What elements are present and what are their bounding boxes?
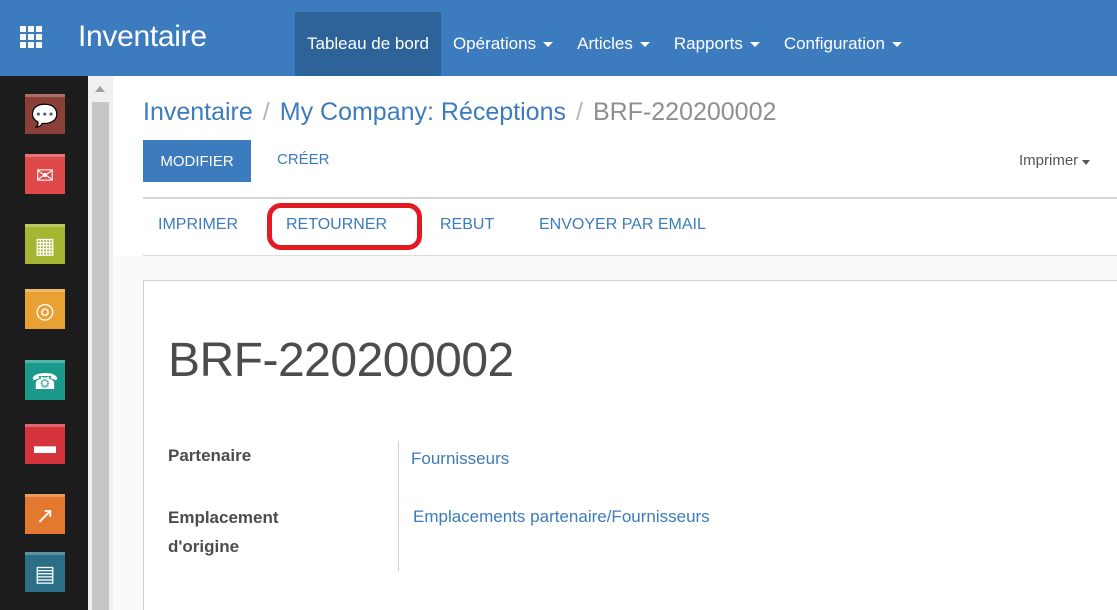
record-title: BRF-220200002 <box>168 334 514 387</box>
field-separator <box>398 441 399 571</box>
field-label-line: d'origine <box>168 537 240 556</box>
field-label-line: Emplacement <box>168 508 279 527</box>
caret-down-icon <box>639 41 650 47</box>
app-title[interactable]: Inventaire <box>78 20 207 54</box>
menu-item-articles[interactable]: Articles <box>565 12 662 76</box>
return-button[interactable]: RETOURNER <box>286 216 387 234</box>
form-statusbar: IMPRIMER RETOURNER REBUT ENVOYER PAR EMA… <box>143 199 1117 255</box>
scrap-button[interactable]: REBUT <box>440 216 494 234</box>
documents-icon[interactable]: ▬ <box>25 424 65 464</box>
menu-item-reports[interactable]: Rapports <box>662 12 772 76</box>
menu-item-label: Opérations <box>452 34 537 53</box>
main-menu: Tableau de bord Opérations Articles Rapp… <box>295 12 914 76</box>
menu-item-label: Articles <box>577 34 633 53</box>
breadcrumb: Inventaire / My Company: Réceptions / BRF-22… <box>143 98 776 127</box>
calendar-icon[interactable]: ▦ <box>25 224 65 264</box>
field-value-source-location[interactable]: Emplacements partenaire/Fournisseurs <box>413 507 710 527</box>
crm-icon[interactable]: ◎ <box>25 289 65 329</box>
contacts-icon[interactable]: ☎ <box>25 360 65 400</box>
menu-item-operations[interactable]: Opérations <box>441 12 565 76</box>
reporting-icon[interactable]: ↗ <box>25 494 65 534</box>
send-email-button[interactable]: ENVOYER PAR EMAIL <box>539 216 706 234</box>
email-marketing-icon[interactable]: ✉ <box>25 154 65 194</box>
field-label-source-location: Emplacement d'origine <box>168 503 279 561</box>
breadcrumb-separator: / <box>575 98 583 126</box>
breadcrumb-separator: / <box>262 98 270 126</box>
top-navbar: Inventaire Tableau de bord Opérations Ar… <box>0 0 1117 76</box>
edit-button[interactable]: MODIFIER <box>143 140 251 182</box>
sidebar-scrollbar[interactable] <box>88 76 113 610</box>
create-button[interactable]: CRÉER <box>277 151 330 168</box>
menu-item-label: Configuration <box>783 34 885 53</box>
app-icon-column: 💬 ✉ ▦ ◎ ☎ ▬ ↗ ▤ <box>0 76 88 610</box>
menu-item-dashboard[interactable]: Tableau de bord <box>295 12 441 76</box>
caret-down-icon <box>1082 160 1091 165</box>
field-label-partner: Partenaire <box>168 441 251 470</box>
field-value-partner[interactable]: Fournisseurs <box>411 449 509 469</box>
caret-down-icon <box>749 41 760 47</box>
breadcrumb-item-inventory[interactable]: Inventaire <box>143 98 253 126</box>
breadcrumb-item-receptions[interactable]: My Company: Réceptions <box>280 98 566 126</box>
caret-down-icon <box>543 41 554 47</box>
scroll-up-arrow-icon[interactable] <box>95 86 105 92</box>
menu-item-configuration[interactable]: Configuration <box>772 12 914 76</box>
caret-down-icon <box>891 41 902 47</box>
app-switcher-sidebar: 💬 ✉ ▦ ◎ ☎ ▬ ↗ ▤ <box>0 76 113 610</box>
spreadsheet-icon[interactable]: ▤ <box>25 552 65 592</box>
scrollbar-thumb[interactable] <box>92 102 109 610</box>
discuss-icon[interactable]: 💬 <box>25 94 65 134</box>
form-sheet <box>143 280 1117 610</box>
print-dropdown-label: Imprimer <box>1019 152 1079 169</box>
field-label-text: Partenaire <box>168 446 252 465</box>
menu-item-label: Tableau de bord <box>307 34 429 53</box>
menu-item-label: Rapports <box>673 34 743 53</box>
apps-menu-icon[interactable] <box>20 26 42 48</box>
breadcrumb-current: BRF-220200002 <box>592 98 777 126</box>
print-dropdown-button[interactable]: Imprimer <box>1019 152 1091 169</box>
print-button[interactable]: IMPRIMER <box>158 216 238 234</box>
